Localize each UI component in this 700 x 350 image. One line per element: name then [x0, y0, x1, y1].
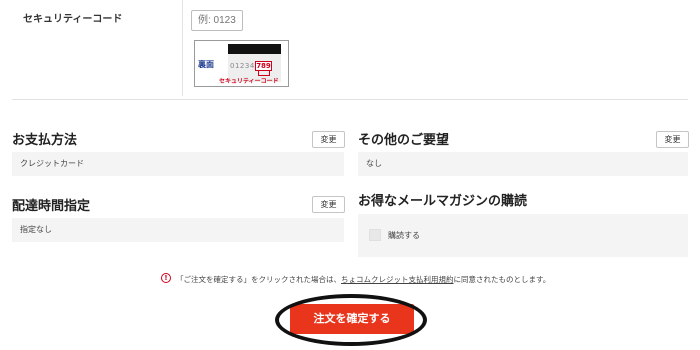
- delivery-time-title: 配達時間指定: [12, 199, 91, 214]
- payment-method-value: クレジットカード: [12, 152, 344, 176]
- newsletter-checkbox[interactable]: [369, 229, 381, 241]
- terms-link[interactable]: ちょコムクレジット支払利用規約: [341, 275, 454, 284]
- delivery-time-change-button[interactable]: 変更: [312, 196, 345, 213]
- newsletter-checkbox-label[interactable]: 購読する: [388, 230, 420, 241]
- divider-horizontal: [12, 99, 688, 100]
- other-requests-change-button[interactable]: 変更: [656, 131, 689, 148]
- card-back-label: 裏面: [198, 60, 214, 69]
- newsletter-title: お得なメールマガジンの購読: [358, 194, 528, 209]
- security-code-label: セキュリティーコード: [23, 14, 123, 25]
- card-cvc-highlight: 789: [255, 61, 272, 71]
- highlight-ellipse: [275, 294, 427, 346]
- terms-notice-text-after: に同意されたものとします。: [453, 275, 551, 284]
- divider-vertical: [182, 0, 183, 96]
- card-cvc-caption: セキュリティーコード: [219, 78, 279, 85]
- security-code-input[interactable]: [191, 10, 243, 31]
- other-requests-value: なし: [358, 152, 688, 176]
- payment-method-title: お支払方法: [12, 133, 78, 148]
- other-requests-title: その他のご要望: [358, 133, 450, 148]
- payment-change-button[interactable]: 変更: [312, 131, 345, 148]
- card-magnetic-stripe: [228, 44, 281, 54]
- warning-icon: !: [161, 273, 171, 283]
- terms-notice: 「ご注文を確定する」をクリックされた場合は、ちょコムクレジット支払利用規約に同意…: [176, 274, 550, 285]
- delivery-time-value: 指定なし: [12, 218, 344, 242]
- terms-notice-text-before: 「ご注文を確定する」をクリックされた場合は、: [176, 275, 341, 284]
